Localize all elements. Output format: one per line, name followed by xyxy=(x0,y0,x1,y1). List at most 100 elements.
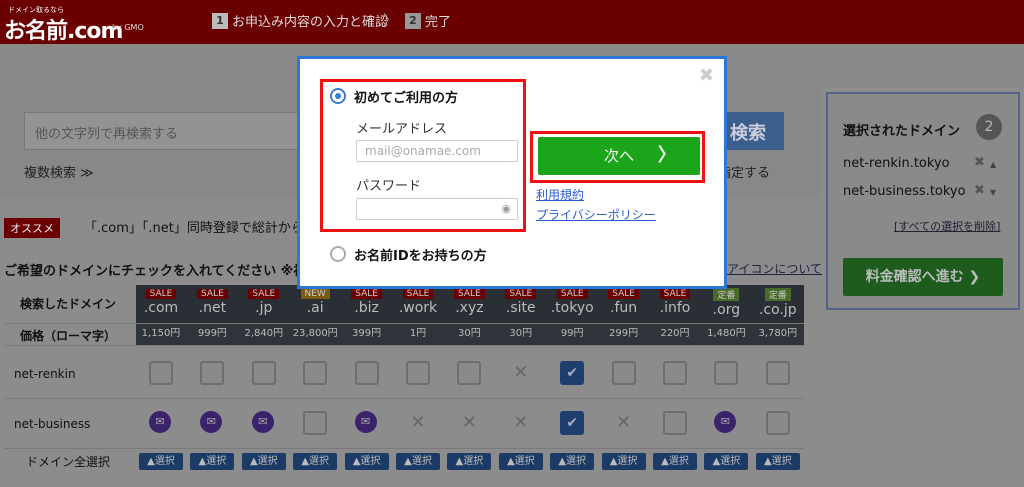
tld-name: .fun xyxy=(610,300,638,316)
domain-checkbox[interactable] xyxy=(406,361,430,385)
select-column-button[interactable]: ▲選択 xyxy=(293,453,338,470)
select-column-button[interactable]: ▲選択 xyxy=(190,453,235,470)
next-button-label: 次へ xyxy=(603,147,634,165)
mail-icon[interactable]: ✉ xyxy=(251,411,274,433)
row-domain-name: net-renkin xyxy=(14,367,76,381)
domain-checkbox[interactable] xyxy=(303,411,328,435)
tld-price: 23,800円 xyxy=(292,328,338,339)
select-column-button[interactable]: ▲選択 xyxy=(241,453,286,470)
email-label: メールアドレス xyxy=(356,122,448,137)
select-column-button[interactable]: ▲選択 xyxy=(139,453,183,470)
tld-name: .org xyxy=(712,302,741,318)
mail-icon[interactable]: ✉ xyxy=(200,411,223,433)
domain-checkbox[interactable] xyxy=(457,361,482,385)
domain-checkbox[interactable] xyxy=(765,361,790,385)
existing-id-radio[interactable] xyxy=(330,246,346,262)
divider xyxy=(4,448,804,449)
tld-header: SALE .xyz xyxy=(444,285,494,316)
domain-checkbox-checked[interactable]: ✔ xyxy=(560,411,585,435)
domain-checkbox[interactable] xyxy=(714,361,739,385)
email-field[interactable]: mail@onamae.com xyxy=(356,140,518,162)
step-2-label: 完了 xyxy=(425,15,452,30)
tld-header: 定番 .co.jp xyxy=(753,285,803,318)
tld-badge: SALE xyxy=(608,289,639,299)
row-header-label: 検索したドメイン xyxy=(19,297,116,311)
domain-checkbox[interactable] xyxy=(200,361,225,385)
domain-checkbox[interactable] xyxy=(149,361,173,385)
select-column-button[interactable]: ▲選択 xyxy=(447,453,492,470)
select-column-button[interactable]: ▲選択 xyxy=(396,453,440,470)
select-column-button[interactable]: ▲選択 xyxy=(755,453,800,470)
tld-header: SALE .site xyxy=(496,285,546,316)
select-column-button[interactable]: ▲選択 xyxy=(704,453,749,470)
proceed-to-price-button[interactable]: 料金確認へ進む ❯ xyxy=(843,258,1003,296)
tld-price: 99円 xyxy=(560,328,584,339)
eye-icon[interactable]: ◉ xyxy=(501,202,511,215)
select-column-button[interactable]: ▲選択 xyxy=(550,453,595,470)
tld-badge: NEW xyxy=(300,289,330,299)
domain-checkbox[interactable] xyxy=(663,411,687,435)
tld-name: .ai xyxy=(306,300,324,316)
step-arrow-icon: 〉 xyxy=(383,13,397,29)
tld-price: 1,480円 xyxy=(707,328,746,339)
select-column-button[interactable]: ▲選択 xyxy=(498,453,543,470)
unavailable-icon: ✕ xyxy=(513,412,529,433)
close-icon[interactable]: ✖ xyxy=(699,65,714,86)
tld-header: SALE .work xyxy=(393,285,443,316)
tld-header: SALE .info xyxy=(650,285,700,316)
next-button[interactable]: 次へ 〉 xyxy=(538,137,700,175)
mail-icon[interactable]: ✉ xyxy=(149,411,171,433)
domain-checkbox[interactable] xyxy=(765,411,790,435)
selected-domain-item: net-renkin.tokyo xyxy=(843,156,950,171)
step-1-number: 1 xyxy=(212,12,228,29)
tld-price: 999円 xyxy=(197,328,227,339)
step-1: 1 お申込み内容の入力と確認 xyxy=(212,11,388,30)
unavailable-icon: ✕ xyxy=(513,362,529,383)
selected-count-badge: 2 xyxy=(976,114,1002,140)
remove-domain-icon[interactable]: ✖ xyxy=(974,155,985,170)
domain-checkbox-checked[interactable]: ✔ xyxy=(560,361,585,385)
promo-text: 「.com」「.net」同時登録で総計から xyxy=(84,221,299,236)
domain-checkbox[interactable] xyxy=(303,361,328,385)
re-search-input[interactable]: 他の文字列で再検索する xyxy=(24,112,314,150)
table-heading: ご希望のドメインにチェックを入れてください ※初 xyxy=(4,264,297,279)
scroll-down-icon[interactable]: ▼ xyxy=(990,188,1000,197)
domain-checkbox[interactable] xyxy=(611,361,636,385)
first-time-label: 初めてご利用の方 xyxy=(354,91,459,106)
domain-checkbox[interactable] xyxy=(354,361,379,385)
tld-name: .xyz xyxy=(455,300,484,316)
multi-search-toggle[interactable]: 複数検索 ≫ xyxy=(24,162,94,181)
onamae-logo[interactable]: お名前.com xyxy=(4,13,123,45)
mail-icon[interactable]: ✉ xyxy=(354,411,377,433)
select-column-button[interactable]: ▲選択 xyxy=(601,453,646,470)
header-bar: ドメイン取るなら お名前.com by GMO 1 お申込み内容の入力と確認 〉… xyxy=(0,0,1024,44)
tld-header: SALE .jp xyxy=(239,285,289,316)
select-column-button[interactable]: ▲選択 xyxy=(653,453,697,470)
domain-checkbox[interactable] xyxy=(251,361,276,385)
domain-checkbox[interactable] xyxy=(663,361,687,385)
tld-badge: SALE xyxy=(505,289,537,299)
select-column-button[interactable]: ▲選択 xyxy=(344,453,389,470)
clear-all-link[interactable]: [すべての選択を削除] xyxy=(894,218,1000,234)
terms-link[interactable]: 利用規約 xyxy=(536,186,584,203)
tld-badge: SALE xyxy=(454,289,485,299)
tld-name: .biz xyxy=(354,300,379,316)
privacy-policy-link[interactable]: プライバシーポリシー xyxy=(536,206,656,223)
password-field[interactable]: ◉ xyxy=(356,198,518,220)
first-time-radio[interactable] xyxy=(330,88,346,104)
tld-price: 299円 xyxy=(609,328,639,339)
tld-name: .work xyxy=(398,300,438,316)
step-2-number: 2 xyxy=(405,12,421,29)
remove-domain-icon[interactable]: ✖ xyxy=(974,183,985,198)
gmo-label: by GMO xyxy=(112,23,144,32)
tld-price: 1,150円 xyxy=(141,328,181,339)
icon-about-link[interactable]: アイコンについて xyxy=(727,260,822,277)
tld-badge: SALE xyxy=(197,289,228,299)
mail-icon[interactable]: ✉ xyxy=(714,411,737,433)
price-header-label: 価格（ローマ字） xyxy=(19,329,116,343)
scroll-up-icon[interactable]: ▲ xyxy=(990,160,1000,169)
divider xyxy=(4,345,804,346)
unavailable-icon: ✕ xyxy=(616,412,632,433)
tld-price: 30円 xyxy=(509,328,533,339)
tld-badge: SALE xyxy=(248,289,280,299)
